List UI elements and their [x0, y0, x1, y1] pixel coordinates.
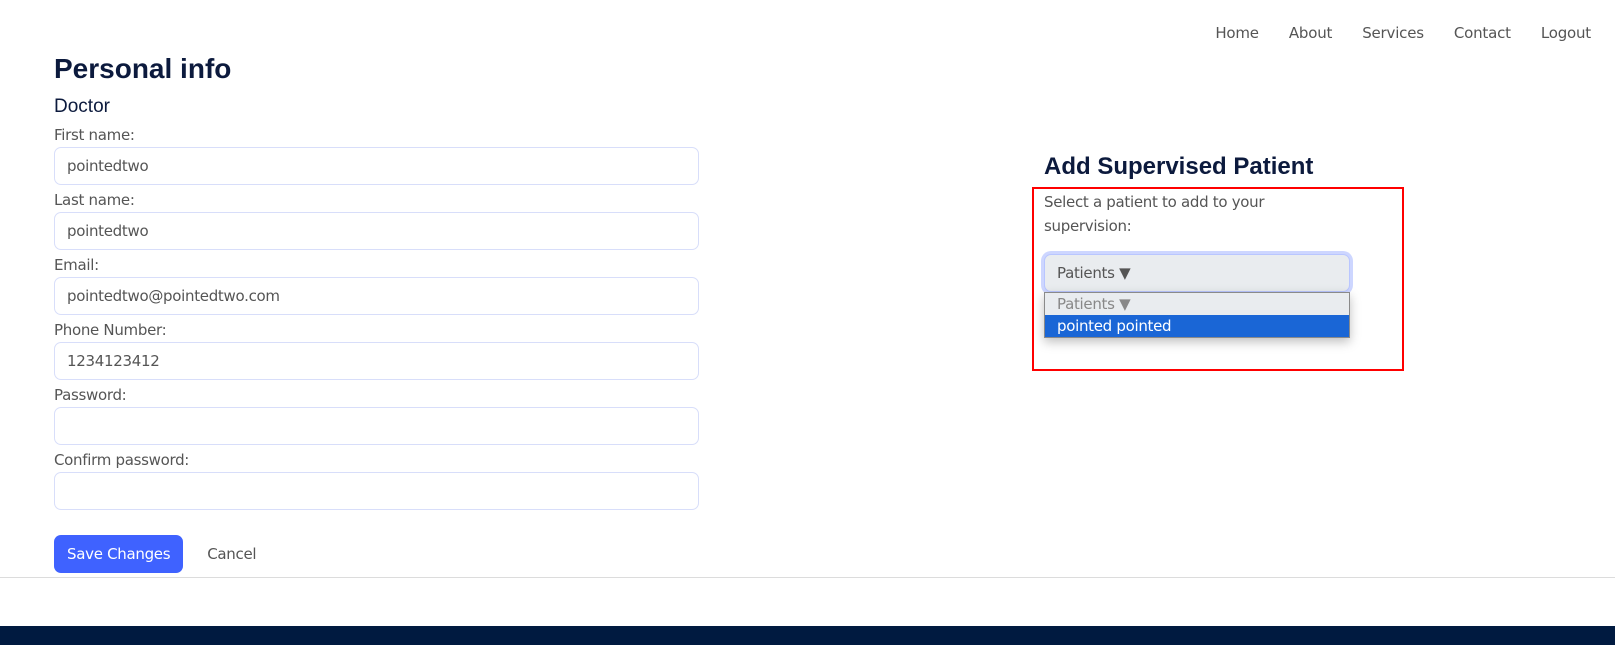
password-label: Password:: [54, 386, 127, 404]
section-title: Add Supervised Patient: [1044, 153, 1314, 180]
nav-about-link[interactable]: About: [1289, 24, 1333, 42]
select-patient-prompt: Select a patient to add to your supervis…: [1044, 193, 1265, 235]
email-label: Email:: [54, 256, 99, 274]
first-name-label: First name:: [54, 126, 135, 144]
nav-logout-link[interactable]: Logout: [1541, 24, 1591, 42]
top-nav: Home About Services Contact Logout: [1185, 24, 1591, 42]
nav-services-link[interactable]: Services: [1362, 24, 1424, 42]
last-name-input[interactable]: [54, 212, 699, 250]
user-role: Doctor: [54, 96, 110, 117]
save-changes-button[interactable]: Save Changes: [54, 535, 184, 573]
patient-option-placeholder[interactable]: Patients ▼: [1045, 293, 1349, 315]
first-name-input[interactable]: [54, 147, 699, 185]
last-name-label: Last name:: [54, 191, 135, 209]
confirm-password-input[interactable]: [54, 472, 699, 510]
footer-divider: [0, 577, 1615, 578]
phone-number-label: Phone Number:: [54, 321, 167, 339]
nav-contact-link[interactable]: Contact: [1454, 24, 1511, 42]
personal-info-form: Personal info Doctor First name: Last na…: [54, 52, 699, 573]
nav-home-link[interactable]: Home: [1215, 24, 1259, 42]
cancel-button[interactable]: Cancel: [201, 544, 262, 564]
form-actions: Save Changes Cancel: [54, 535, 699, 573]
page-title: Personal info: [54, 53, 232, 84]
phone-number-input[interactable]: [54, 342, 699, 380]
patient-option[interactable]: pointed pointed: [1045, 315, 1349, 337]
confirm-password-label: Confirm password:: [54, 451, 190, 469]
add-supervised-patient-section: Add Supervised Patient: [1044, 152, 1313, 182]
patient-dropdown-list: Patients ▼ pointed pointed: [1044, 292, 1350, 338]
email-input[interactable]: [54, 277, 699, 315]
password-input[interactable]: [54, 407, 699, 445]
footer: [0, 626, 1615, 645]
patient-select[interactable]: Patients ▼: [1044, 254, 1350, 292]
